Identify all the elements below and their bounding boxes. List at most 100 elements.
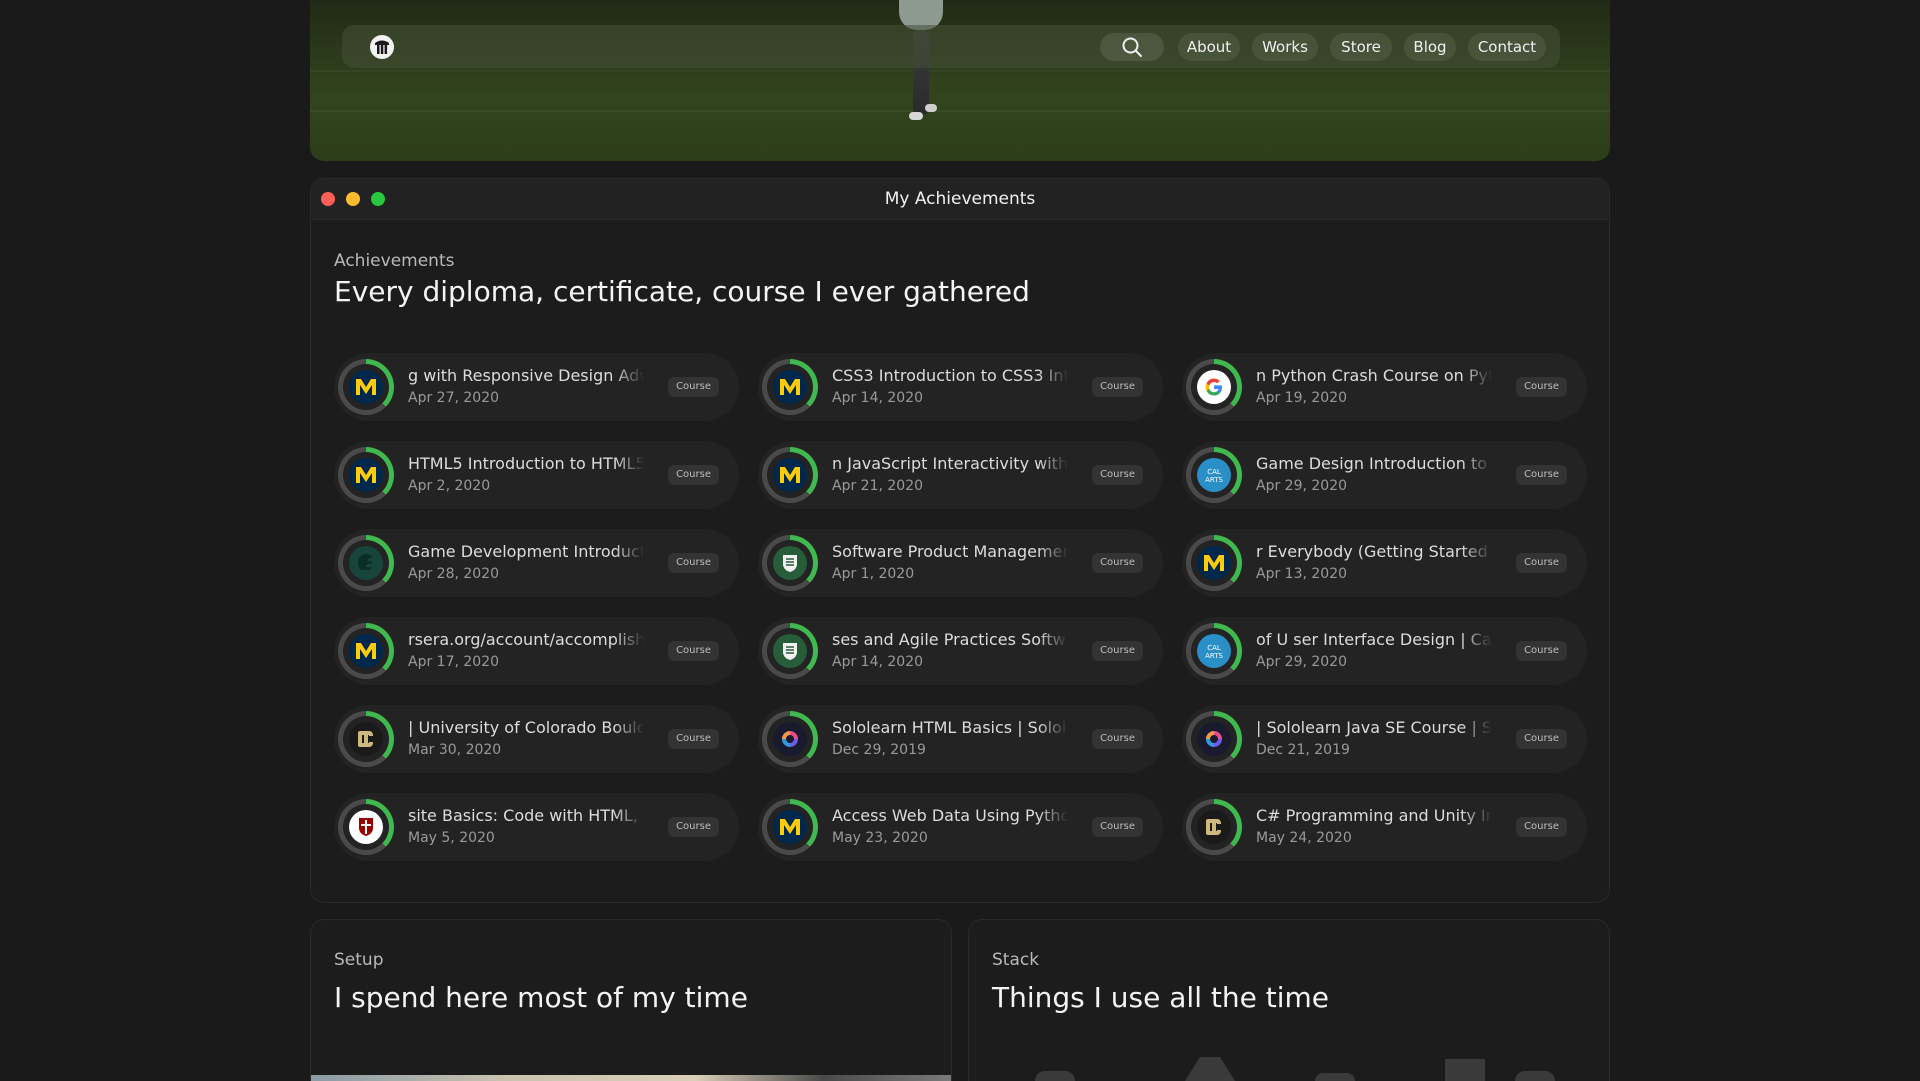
michigan-logo-icon	[343, 364, 389, 410]
brand-logo-icon[interactable]	[370, 35, 394, 59]
nav-link-contact[interactable]: Contact	[1468, 33, 1546, 61]
achievement-card[interactable]: | Sololearn Java SE Course | Sololearn De…	[1182, 705, 1587, 773]
course-chip: Course	[1516, 553, 1567, 573]
course-chip: Course	[1516, 729, 1567, 749]
google-logo-icon	[1191, 364, 1237, 410]
achievement-date: Mar 30, 2020	[408, 742, 502, 758]
progress-ring	[762, 535, 818, 591]
nav-link-store[interactable]: Store	[1330, 33, 1392, 61]
michigan-logo-icon	[767, 452, 813, 498]
stack-logos	[1035, 1051, 1555, 1081]
achievement-title: n JavaScript Interactivity with JavaScri…	[832, 454, 1068, 476]
nav-link-blog[interactable]: Blog	[1404, 33, 1456, 61]
michigan-logo-icon	[1191, 540, 1237, 586]
achievement-date: Apr 29, 2020	[1256, 654, 1348, 670]
setup-heading: I spend here most of my time	[334, 981, 748, 1014]
achievement-card[interactable]: site Basics: Code with HTML, CSS May 5, 2…	[334, 793, 739, 861]
course-chip: Course	[1092, 817, 1143, 837]
grass-texture	[310, 110, 1610, 112]
achievement-card[interactable]: Sololearn HTML Basics | Sololearn Dec 29,…	[758, 705, 1163, 773]
course-chip: Course	[1516, 817, 1567, 837]
course-chip: Course	[1092, 377, 1143, 397]
achievement-date: May 5, 2020	[408, 830, 495, 846]
achievement-title: C# Programming and Unity Introduction	[1256, 806, 1492, 828]
achievement-date: May 24, 2020	[1256, 830, 1352, 846]
progress-ring	[1186, 799, 1242, 855]
achievement-card[interactable]: CALARTS of U ser Interface Design | CalA…	[1182, 617, 1587, 685]
search-icon	[1122, 37, 1142, 57]
michigan-logo-icon	[767, 804, 813, 850]
achievement-card[interactable]: CALARTS Game Design Introduction to Game …	[1182, 441, 1587, 509]
achievement-date: Dec 29, 2019	[832, 742, 926, 758]
window-titlebar: My Achievements	[311, 179, 1609, 220]
course-chip: Course	[668, 553, 719, 573]
svg-text:ARTS: ARTS	[1205, 652, 1223, 660]
achievement-title: | Sololearn Java SE Course | Sololearn	[1256, 718, 1492, 740]
penn-logo-icon	[343, 804, 389, 850]
progress-ring	[338, 447, 394, 503]
alberta-logo-icon	[767, 540, 813, 586]
progress-ring	[338, 535, 394, 591]
course-chip: Course	[1516, 465, 1567, 485]
achievement-title: site Basics: Code with HTML, CSS	[408, 806, 644, 828]
course-chip: Course	[1092, 729, 1143, 749]
achievement-date: Apr 14, 2020	[832, 390, 924, 406]
achievement-title: rsera.org/account/accomplishments	[408, 630, 644, 652]
achievement-card[interactable]: HTML5 Introduction to HTML5 Apr 2, 2020 Co…	[334, 441, 739, 509]
stack-panel: Stack Things I use all the time	[968, 919, 1610, 1081]
progress-ring	[1186, 535, 1242, 591]
achievement-card[interactable]: n Python Crash Course on Python Apr 19, 2…	[1182, 353, 1587, 421]
achievement-card[interactable]: g with Responsive Design Advanced Stylin…	[334, 353, 739, 421]
sololearn-logo-icon	[1191, 716, 1237, 762]
achievement-card[interactable]: C# Programming and Unity Introduction May…	[1182, 793, 1587, 861]
achievement-title: r Everybody (Getting Started with Python…	[1256, 542, 1492, 564]
progress-ring	[762, 359, 818, 415]
achievement-card[interactable]: r Everybody (Getting Started with Python…	[1182, 529, 1587, 597]
nav-link-about[interactable]: About	[1178, 33, 1240, 61]
achievement-card[interactable]: Access Web Data Using Python May 23, 2020…	[758, 793, 1163, 861]
achievement-card[interactable]: n JavaScript Interactivity with JavaScri…	[758, 441, 1163, 509]
search-button[interactable]	[1100, 33, 1164, 61]
achievement-date: Apr 29, 2020	[1256, 478, 1348, 494]
stack-label: Stack	[992, 950, 1040, 970]
achievement-card[interactable]: CSS3 Introduction to CSS3 Introduction Ap…	[758, 353, 1163, 421]
sololearn-logo-icon	[767, 716, 813, 762]
nav-link-works[interactable]: Works	[1252, 33, 1318, 61]
setup-panel: Setup I spend here most of my time	[310, 919, 952, 1081]
achievement-card[interactable]: ses and Agile Practices Software Apr 14, …	[758, 617, 1163, 685]
course-chip: Course	[668, 465, 719, 485]
calarts-logo-icon: CAL ARTS	[1191, 628, 1237, 674]
achievement-date: Apr 13, 2020	[1256, 566, 1348, 582]
achievement-card[interactable]: | University of Colorado Boulder Mar 30, …	[334, 705, 739, 773]
achievement-title: Game Design Introduction to Game Design	[1256, 454, 1492, 476]
course-chip: Course	[668, 641, 719, 661]
progress-ring	[338, 623, 394, 679]
svg-text:ARTS: ARTS	[1205, 476, 1223, 484]
msu-logo-icon	[343, 540, 389, 586]
achievement-title: HTML5 Introduction to HTML5	[408, 454, 644, 476]
achievement-title: n Python Crash Course on Python	[1256, 366, 1492, 388]
course-chip: Course	[668, 817, 719, 837]
achievement-title: ses and Agile Practices Software	[832, 630, 1068, 652]
achievement-card[interactable]: Software Product Management Apr 1, 2020 Co…	[758, 529, 1163, 597]
setup-label: Setup	[334, 950, 384, 970]
course-chip: Course	[1092, 641, 1143, 661]
progress-ring	[762, 447, 818, 503]
course-chip: Course	[1092, 553, 1143, 573]
progress-ring	[338, 799, 394, 855]
achievement-title: g with Responsive Design Advanced Stylin…	[408, 366, 644, 388]
course-chip: Course	[1092, 465, 1143, 485]
michigan-logo-icon	[343, 628, 389, 674]
achievement-card[interactable]: rsera.org/account/accomplishments Apr 17,…	[334, 617, 739, 685]
setup-photo	[311, 1075, 951, 1081]
stack-heading: Things I use all the time	[992, 981, 1329, 1014]
progress-ring	[762, 711, 818, 767]
achievement-title: Software Product Management	[832, 542, 1068, 564]
achievement-card[interactable]: Game Development Introduction to Game De…	[334, 529, 739, 597]
achievement-date: Apr 27, 2020	[408, 390, 500, 406]
section-heading: Every diploma, certificate, course I eve…	[334, 275, 1030, 308]
colorado-logo-icon	[343, 716, 389, 762]
achievement-title: CSS3 Introduction to CSS3 Introduction	[832, 366, 1068, 388]
course-chip: Course	[1516, 641, 1567, 661]
achievement-title: Sololearn HTML Basics | Sololearn	[832, 718, 1068, 740]
